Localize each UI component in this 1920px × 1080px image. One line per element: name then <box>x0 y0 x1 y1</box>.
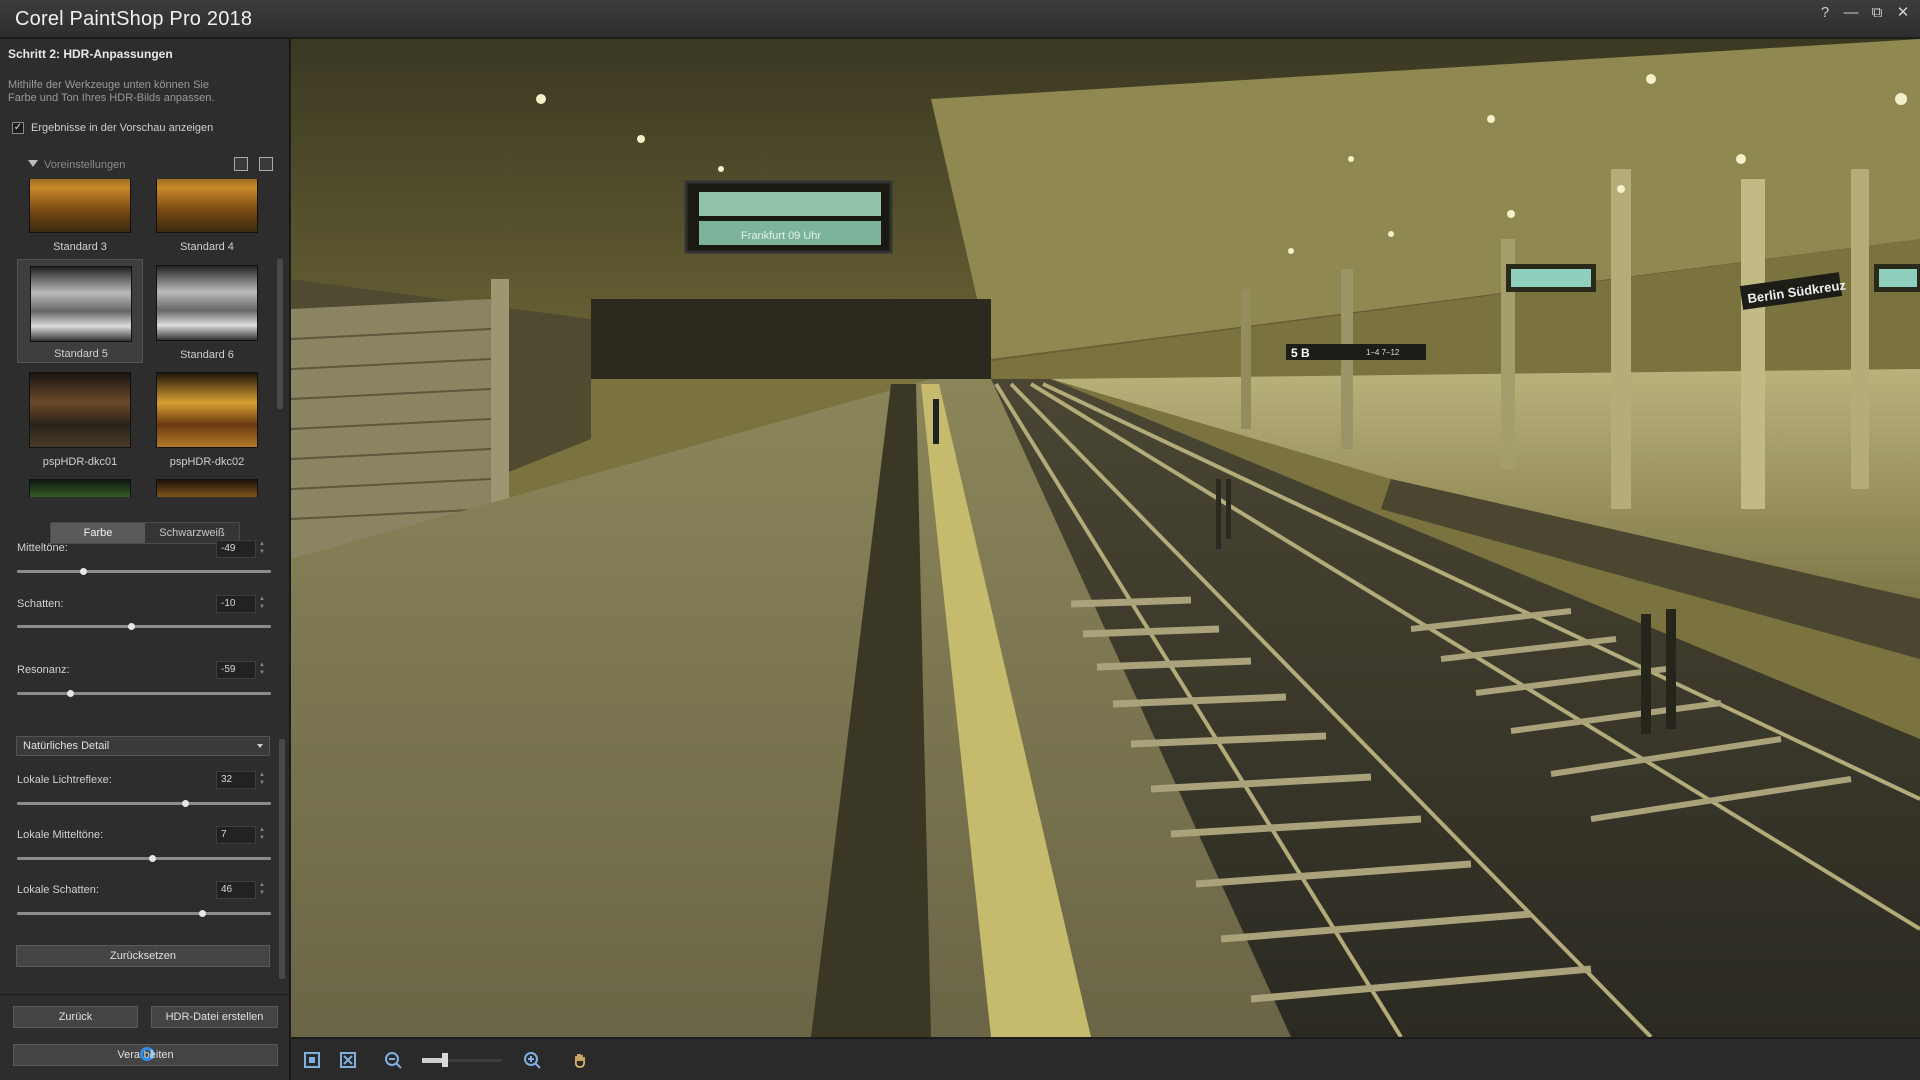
local-midtones-spinner[interactable]: ▲ ▼ <box>258 826 266 844</box>
detail-mode-select[interactable]: Natürliches Detail <box>16 736 270 756</box>
close-icon[interactable]: ✕ <box>1892 2 1914 24</box>
chevron-down-icon <box>257 744 263 748</box>
zoom-slider-fill <box>422 1058 444 1063</box>
midtones-slider-knob[interactable] <box>80 568 88 575</box>
preset-label: pspHDR-dkc01 <box>42 456 118 468</box>
help-icon[interactable]: ? <box>1814 2 1836 24</box>
vibrance-spinner[interactable]: ▲ ▼ <box>258 661 266 679</box>
preset-thumbnail <box>29 372 131 448</box>
presets-scrollbar[interactable] <box>275 179 285 497</box>
window-controls: ? — ⧉ ✕ <box>1814 2 1914 24</box>
checkbox-icon[interactable]: ✓ <box>12 122 24 134</box>
preset-standard-3[interactable]: Standard 3 <box>17 179 143 255</box>
local-highlights-spinner[interactable]: ▲ ▼ <box>258 771 266 789</box>
midtones-value[interactable]: -49 <box>216 540 256 558</box>
preset-label: Standard 6 <box>180 349 234 361</box>
local-highlights-label: Lokale Lichtreflexe: <box>17 774 112 786</box>
canvas-toolbar <box>291 1038 1920 1080</box>
preset-standard-5[interactable]: Standard 5 <box>17 259 143 363</box>
preset-thumbnail <box>156 372 258 448</box>
local-highlights-slider[interactable] <box>17 800 271 807</box>
restore-icon[interactable]: ⧉ <box>1866 2 1888 24</box>
title-bar: Corel PaintShop Pro 2018 ? — ⧉ ✕ <box>0 0 1920 38</box>
step-description: Mithilfe der Werkzeuge unten können Sie … <box>8 79 215 104</box>
local-shadows-spinner[interactable]: ▲ ▼ <box>258 881 266 899</box>
minimize-icon[interactable]: — <box>1840 2 1862 24</box>
step-title: Schritt 2: HDR-Anpassungen <box>8 47 173 61</box>
preset-label: Standard 5 <box>54 348 108 360</box>
local-shadows-slider-knob[interactable] <box>199 910 207 917</box>
image-preview-canvas[interactable]: Frankfurt 09 Uhr Berlin Südkreuz 5 B 1–4… <box>291 39 1920 1037</box>
local-midtones-label: Lokale Mitteltöne: <box>17 829 104 841</box>
local-midtones-slider[interactable] <box>17 855 271 862</box>
preset-standard-6[interactable]: Standard 6 <box>144 259 270 363</box>
preset-item[interactable] <box>17 473 143 497</box>
adjustments-scrollbar[interactable] <box>278 544 286 989</box>
zoom-out-icon[interactable] <box>384 1051 402 1069</box>
local-shadows-label: Lokale Schatten: <box>17 884 99 896</box>
midtones-spinner[interactable]: ▲ ▼ <box>258 540 266 558</box>
shadows-slider[interactable] <box>17 623 271 630</box>
preset-thumbnail <box>30 266 132 342</box>
local-midtones-value[interactable]: 7 <box>216 826 256 844</box>
zoom-in-icon[interactable] <box>523 1051 541 1069</box>
back-button[interactable]: Zurück <box>13 1006 138 1028</box>
delete-preset-icon[interactable] <box>259 157 273 171</box>
vibrance-slider-knob[interactable] <box>67 690 75 697</box>
preset-thumbnail <box>29 179 131 233</box>
vibrance-value[interactable]: -59 <box>216 661 256 679</box>
reset-button[interactable]: Zurücksetzen <box>16 945 270 967</box>
presets-header[interactable]: Voreinstellungen <box>0 156 290 176</box>
busy-spinner-icon <box>140 1047 154 1061</box>
vibrance-slider[interactable] <box>17 690 271 697</box>
fit-window-icon[interactable] <box>303 1051 321 1069</box>
preset-label: Standard 3 <box>53 241 107 253</box>
preview-checkbox-label: Ergebnisse in der Vorschau anzeigen <box>31 122 214 134</box>
shadows-value[interactable]: -10 <box>216 595 256 613</box>
preset-label: Standard 4 <box>180 241 234 253</box>
hdr-adjustments-panel: Schritt 2: HDR-Anpassungen Mithilfe der … <box>0 39 290 1080</box>
preset-psphdr-dkc01[interactable]: pspHDR-dkc01 <box>17 366 143 470</box>
zoom-slider-knob[interactable] <box>442 1053 448 1067</box>
midtones-slider[interactable] <box>17 568 271 575</box>
tab-color[interactable]: Farbe <box>51 523 145 543</box>
preset-thumbnail <box>156 479 258 497</box>
midtones-label: Mitteltöne: <box>17 542 68 554</box>
station-photo: Frankfurt 09 Uhr Berlin Südkreuz 5 B 1–4… <box>291 39 1920 1037</box>
local-midtones-slider-knob[interactable] <box>148 855 156 862</box>
color-mode-toggle: Farbe Schwarzweiß <box>50 522 240 544</box>
collapse-triangle-icon[interactable] <box>28 160 38 167</box>
local-shadows-value[interactable]: 46 <box>216 881 256 899</box>
local-shadows-slider[interactable] <box>17 910 271 917</box>
preset-thumbnail <box>29 479 131 497</box>
pan-hand-icon[interactable] <box>571 1051 589 1069</box>
panel-divider <box>0 994 290 995</box>
preset-standard-4[interactable]: Standard 4 <box>144 179 270 255</box>
local-highlights-slider-knob[interactable] <box>181 800 189 807</box>
preset-label: pspHDR-dkc02 <box>169 456 245 468</box>
preset-thumbnail <box>156 179 258 233</box>
presets-scroll-thumb[interactable] <box>277 259 283 409</box>
presets-gallery: Standard 3 Standard 4 Standard 5 Standar… <box>0 179 290 497</box>
preset-thumbnail <box>156 265 258 341</box>
platform-board-text: Frankfurt 09 Uhr <box>741 230 821 242</box>
shadows-label: Schatten: <box>17 598 64 610</box>
preview-checkbox[interactable]: ✓ Ergebnisse in der Vorschau anzeigen <box>12 122 213 134</box>
adjustments-scroll-thumb[interactable] <box>279 739 285 979</box>
create-hdr-file-button[interactable]: HDR-Datei erstellen <box>151 1006 278 1028</box>
app-title: Corel PaintShop Pro 2018 <box>15 8 253 30</box>
local-highlights-value[interactable]: 32 <box>216 771 256 789</box>
presets-label: Voreinstellungen <box>44 159 126 171</box>
detail-mode-value: Natürliches Detail <box>23 740 110 752</box>
save-preset-icon[interactable] <box>234 157 248 171</box>
shadows-slider-knob[interactable] <box>128 623 136 630</box>
zoom-slider[interactable] <box>422 1053 502 1067</box>
vibrance-label: Resonanz: <box>17 664 70 676</box>
preset-psphdr-dkc02[interactable]: pspHDR-dkc02 <box>144 366 270 470</box>
preset-item[interactable] <box>144 473 270 497</box>
actual-size-icon[interactable] <box>339 1051 357 1069</box>
platform-range-sign: 1–4 7–12 <box>1366 348 1400 357</box>
platform-number-sign: 5 B <box>1291 346 1310 360</box>
shadows-spinner[interactable]: ▲ ▼ <box>258 595 266 613</box>
